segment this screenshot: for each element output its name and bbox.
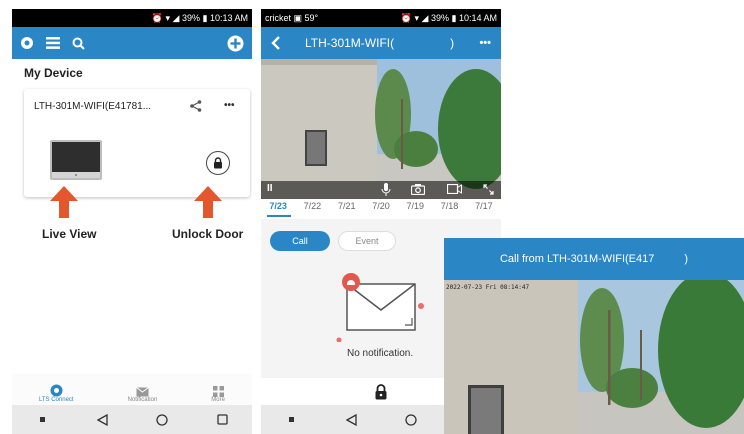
- overview-nav-icon[interactable]: [215, 413, 229, 427]
- list-icon[interactable]: [46, 37, 60, 49]
- status-time: 10:14 AM: [458, 12, 497, 23]
- temperature: 59°: [304, 12, 319, 23]
- status-bar: ⏰ ▾ ◢ 39% ▮ 10:13 AM: [12, 9, 252, 27]
- status-time: 10:13 AM: [209, 12, 248, 23]
- status-right: ⏰ ▾ ◢ 39% ▮ 10:13 AM: [151, 12, 248, 23]
- recent-dot-icon[interactable]: [284, 413, 298, 427]
- pause-button[interactable]: II: [267, 183, 273, 194]
- date-tab[interactable]: 7/18: [439, 201, 461, 215]
- fullscreen-icon[interactable]: [483, 184, 494, 195]
- segment-event[interactable]: Event: [338, 231, 396, 251]
- device-title: LTH-301M-WIFI(: [305, 36, 395, 50]
- camera-icon[interactable]: [411, 184, 425, 195]
- section-title: My Device: [24, 66, 83, 80]
- home-nav-icon[interactable]: [404, 413, 418, 427]
- arrow-unlock-door: [194, 186, 222, 218]
- back-nav-icon[interactable]: [344, 413, 358, 427]
- device-title-end: ): [450, 36, 455, 50]
- home-nav-icon[interactable]: [155, 413, 169, 427]
- status-left: cricket ▣ 59°: [265, 12, 319, 23]
- date-tabs: 7/23 7/22 7/21 7/20 7/19 7/18 7/17: [261, 201, 501, 215]
- device-name: LTH-301M-WIFI(E41781...: [34, 101, 152, 112]
- bottom-tab-bar: LTS Connect Notification More: [12, 374, 252, 405]
- empty-notification-illustration: [336, 273, 424, 342]
- phone-my-device: ⏰ ▾ ◢ 39% ▮ 10:13 AM My Device LTH-301M-…: [12, 0, 252, 434]
- tab-label: Notification: [127, 397, 158, 403]
- call-video-feed[interactable]: 2022-07-23 Fri 08:14:47: [444, 280, 744, 434]
- lock-icon: [214, 157, 222, 169]
- app-toolbar: LTH-301M-WIFI( ) •••: [261, 27, 501, 59]
- envelope-icon: [136, 387, 149, 397]
- tab-notification[interactable]: Notification: [127, 387, 158, 403]
- android-nav-bar: [12, 405, 252, 434]
- date-tab[interactable]: 7/21: [336, 201, 358, 215]
- device-thumbnail[interactable]: [50, 140, 102, 180]
- back-arrow-icon[interactable]: [271, 36, 281, 50]
- empty-notification-text: No notification.: [347, 348, 414, 359]
- video-timestamp: 2022-07-23 Fri 08:14:47: [446, 284, 530, 291]
- device-card[interactable]: LTH-301M-WIFI(E41781... •••: [24, 89, 250, 197]
- date-tab[interactable]: 7/19: [405, 201, 427, 215]
- date-tab[interactable]: 7/17: [473, 201, 495, 215]
- tab-more[interactable]: More: [211, 386, 225, 403]
- status-bar: cricket ▣ 59° ⏰ ▾ ◢ 39% ▮ 10:14 AM: [261, 9, 501, 27]
- add-device-icon[interactable]: [227, 35, 244, 52]
- tab-label: More: [211, 397, 225, 403]
- app-logo-icon[interactable]: [20, 36, 34, 50]
- caption-unlock-door: Unlock Door: [172, 227, 244, 241]
- arrow-live-view: [50, 186, 78, 218]
- caption-live-view: Live View: [42, 227, 97, 241]
- share-icon[interactable]: [190, 100, 202, 112]
- lts-connect-icon: [50, 384, 63, 397]
- live-video[interactable]: II: [261, 59, 501, 199]
- date-tab[interactable]: 7/20: [370, 201, 392, 215]
- call-header: Call from LTH-301M-WIFI(E417 ): [444, 238, 744, 280]
- lock-icon[interactable]: [374, 383, 388, 400]
- call-title-end: ): [684, 253, 689, 265]
- date-tab-indicator: [267, 215, 291, 217]
- back-nav-icon[interactable]: [95, 413, 109, 427]
- carrier-name: cricket: [265, 12, 292, 23]
- segment-call[interactable]: Call: [270, 231, 330, 251]
- device-more-button[interactable]: •••: [224, 100, 235, 111]
- recent-dot-icon[interactable]: [35, 413, 49, 427]
- battery-level: 39%: [181, 12, 200, 23]
- microphone-icon[interactable]: [381, 183, 391, 196]
- record-video-icon[interactable]: [447, 184, 462, 194]
- grid-icon: [212, 386, 224, 397]
- date-tab[interactable]: 7/22: [302, 201, 324, 215]
- status-right: ⏰ ▾ ◢ 39% ▮ 10:14 AM: [400, 12, 497, 23]
- date-tab[interactable]: 7/23: [267, 201, 289, 215]
- incoming-call-screen: Call from LTH-301M-WIFI(E417 ) 2022-07-2…: [444, 238, 744, 434]
- unlock-door-button[interactable]: [206, 151, 230, 175]
- tab-lts-connect[interactable]: LTS Connect: [39, 384, 74, 403]
- search-icon[interactable]: [72, 37, 85, 50]
- call-title: Call from LTH-301M-WIFI(E417: [499, 253, 655, 265]
- app-toolbar: [12, 27, 252, 59]
- tab-label: LTS Connect: [39, 397, 74, 403]
- battery-level: 39%: [430, 12, 449, 23]
- more-button[interactable]: •••: [479, 37, 491, 49]
